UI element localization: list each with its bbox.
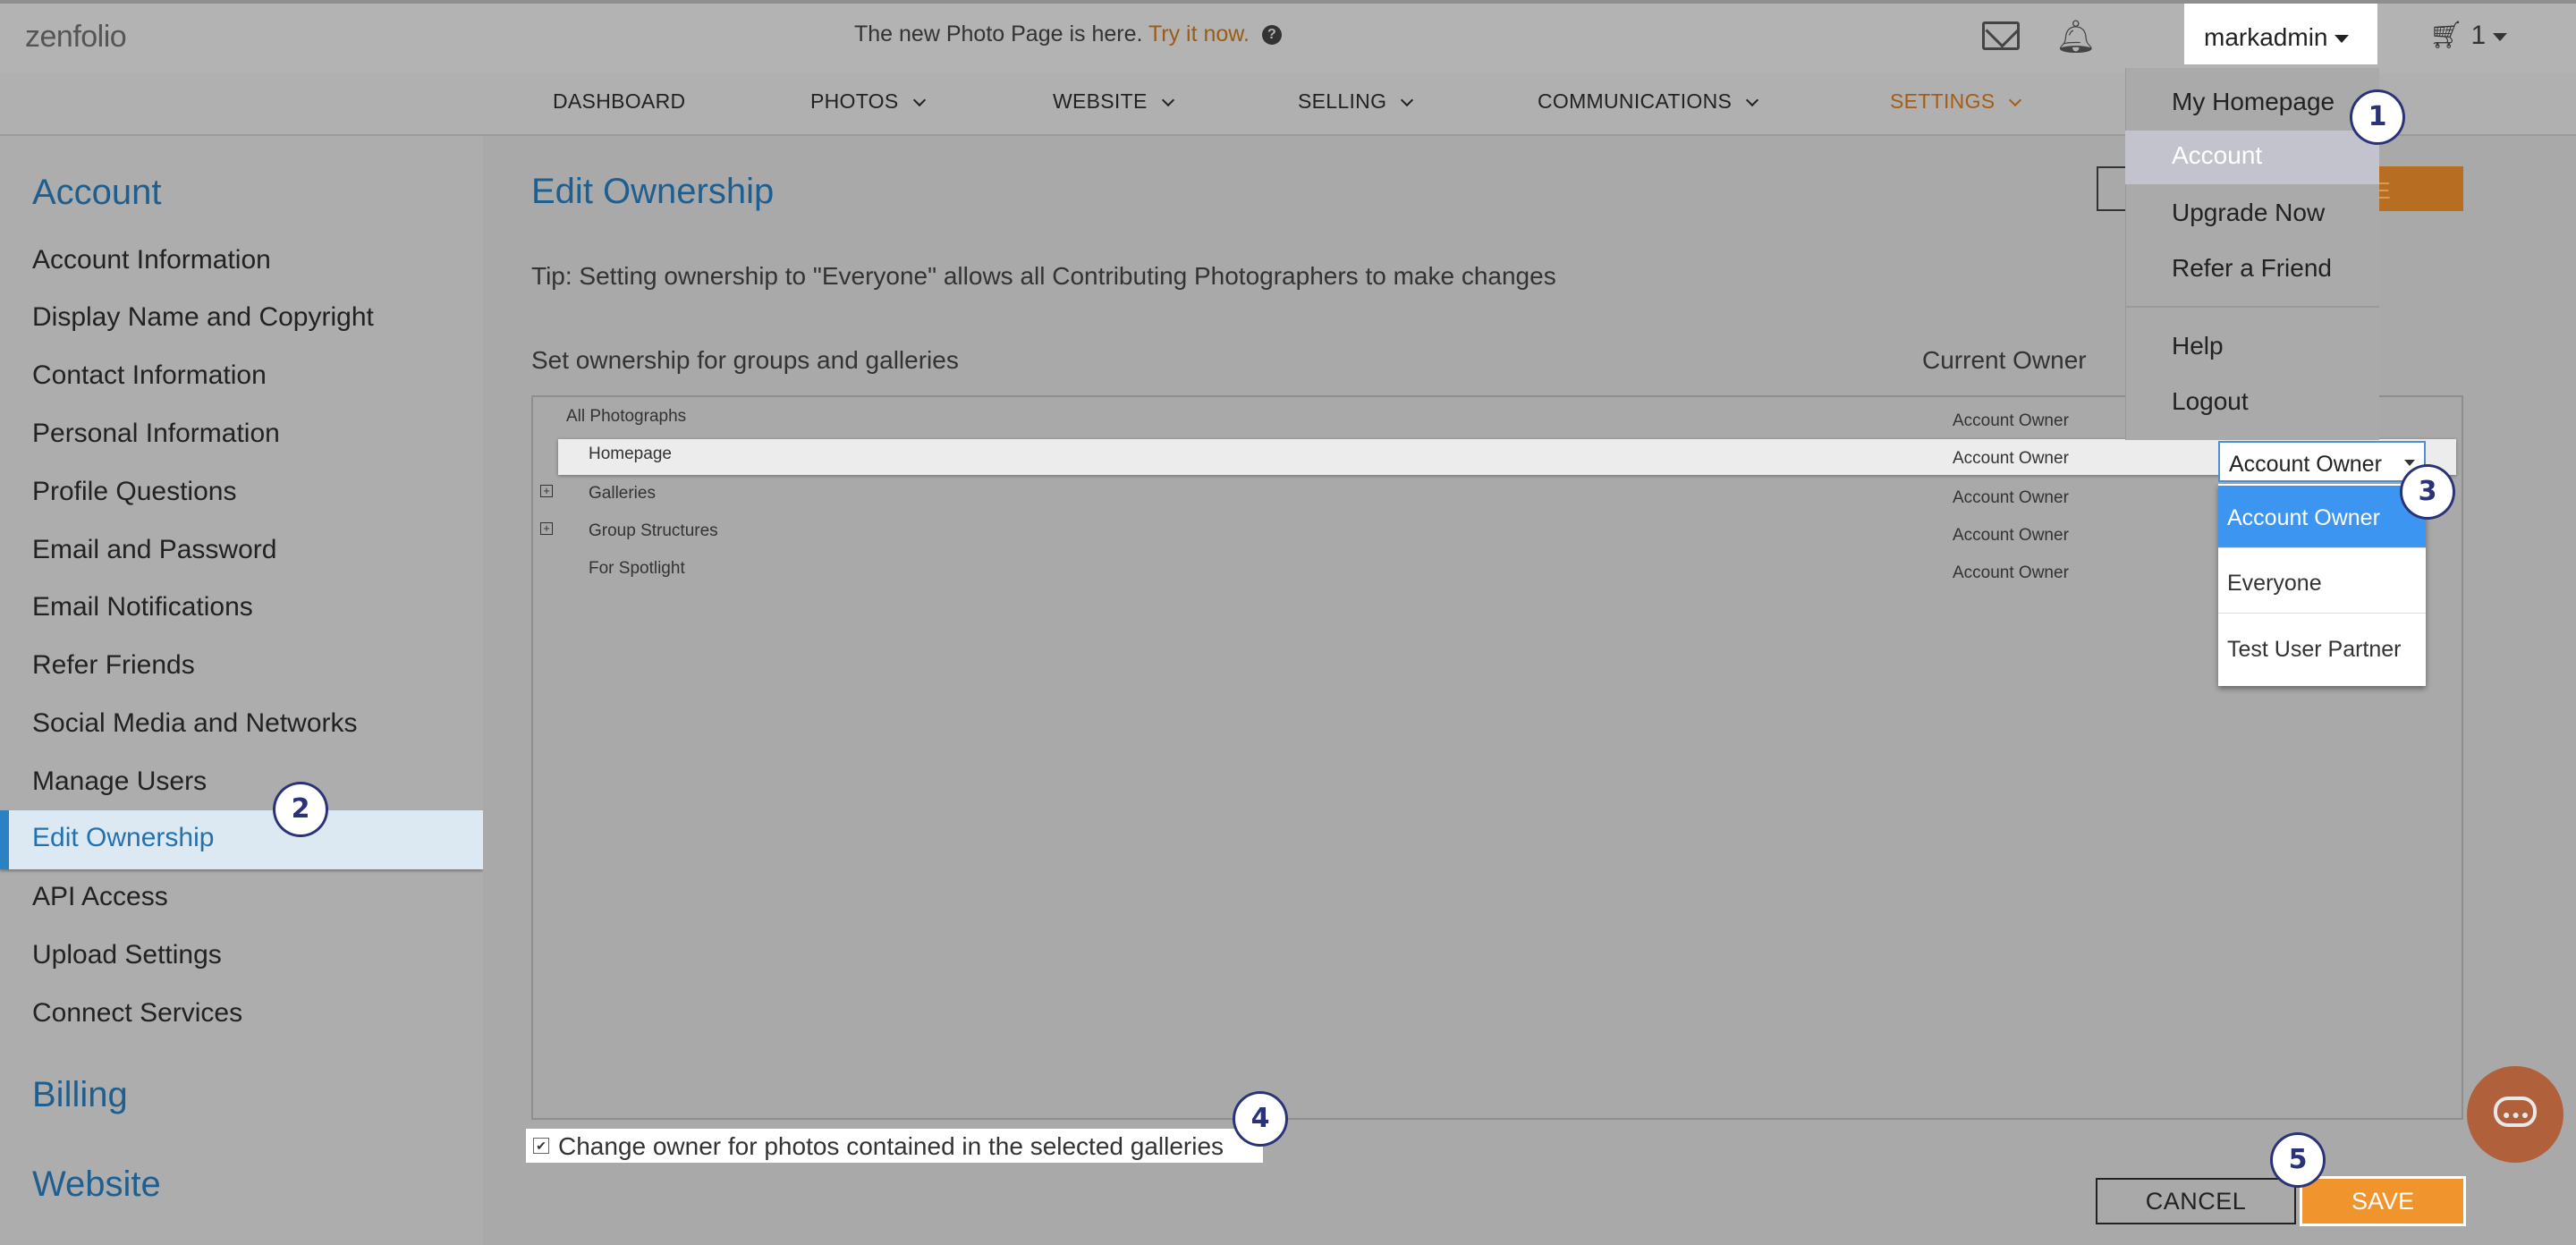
step-marker-2: 2 [275,784,326,834]
user-menu-button[interactable]: markadmin [2184,4,2377,64]
cart-button[interactable]: 🛒︎ 1 [2429,20,2508,51]
nav-settings[interactable]: SETTINGS [1890,89,2022,114]
step-marker-1: 1 [2352,92,2402,142]
owner-option-account-owner[interactable]: Account Owner [2218,486,2426,548]
owner-option-everyone[interactable]: Everyone [2218,551,2426,614]
tree-owner: Account Owner [1953,563,2069,582]
chat-button[interactable]: ●●● [2467,1066,2563,1163]
sidebar-item-upload-settings[interactable]: Upload Settings [32,940,222,970]
change-owner-checkbox-row[interactable]: ✔ Change owner for photos contained in t… [526,1129,1263,1163]
promo-link[interactable]: Try it now. [1148,21,1250,47]
menu-item-help[interactable]: Help [2172,332,2224,360]
nav-selling[interactable]: SELLING [1298,89,1414,114]
sidebar-item-personal-information[interactable]: Personal Information [32,419,280,449]
tree-item-galleries[interactable]: Galleries [589,484,656,504]
chevron-down-icon [1746,93,1759,107]
owner-select-value: Account Owner [2229,452,2382,477]
tree-item-group-structures[interactable]: Group Structures [589,521,718,541]
tip-text: Tip: Setting ownership to "Everyone" all… [531,262,1556,290]
step-marker-5: 5 [2273,1135,2323,1185]
owner-select[interactable]: Account Owner [2218,441,2426,482]
expand-icon[interactable]: + [540,522,553,535]
ownership-tree [531,395,2463,1120]
owner-option-test-user-partner[interactable]: Test User Partner [2218,617,2426,680]
sidebar-item-contact-information[interactable]: Contact Information [32,360,267,391]
cart-count: 1 [2470,21,2487,50]
nav-website[interactable]: WEBSITE [1053,89,1174,114]
change-owner-checkbox[interactable]: ✔ [533,1138,549,1154]
tree-owner: Account Owner [1953,488,2069,507]
sidebar-section-account[interactable]: Account [32,173,162,213]
sidebar-item-api-access[interactable]: API Access [32,882,168,912]
chevron-down-icon [1401,93,1414,107]
chevron-down-icon [912,93,926,107]
checkbox-label: Change owner for photos contained in the… [558,1132,1224,1160]
tree-owner: Account Owner [1953,526,2069,545]
sidebar-section-website[interactable]: Website [32,1165,161,1205]
step-marker-3: 3 [2402,467,2453,517]
username: markadmin [2204,23,2328,51]
sidebar-section-billing[interactable]: Billing [32,1075,128,1115]
tree-item-homepage[interactable]: Homepage [589,445,672,464]
sidebar-item-profile-questions[interactable]: Profile Questions [32,477,236,507]
sidebar-item-display-name[interactable]: Display Name and Copyright [32,302,374,333]
step-marker-4: 4 [1235,1094,1285,1144]
bell-icon[interactable]: 🔔︎ [2055,18,2097,55]
sidebar-item-label: Edit Ownership [32,823,215,852]
cancel-button[interactable]: CANCEL [2096,1178,2296,1224]
chevron-down-icon [2334,35,2350,44]
tree-item-all-photographs[interactable]: All Photographs [566,407,686,427]
sidebar-item-account-information[interactable]: Account Information [32,245,271,275]
active-indicator [0,810,9,869]
menu-item-upgrade-now[interactable]: Upgrade Now [2172,199,2325,227]
promo-text: The new Photo Page is here. [854,21,1143,47]
mail-icon[interactable] [1982,21,2020,50]
tree-owner: Account Owner [1953,411,2069,430]
nav-dashboard[interactable]: DASHBOARD [553,89,685,114]
chevron-down-icon [2404,460,2415,466]
sidebar-item-manage-users[interactable]: Manage Users [32,766,207,797]
chevron-down-icon [2009,93,2022,107]
sidebar-item-email-notifications[interactable]: Email Notifications [32,592,253,622]
menu-item-label: Account [2172,141,2263,169]
promo-banner: The new Photo Page is here. Try it now.? [854,21,1282,47]
page-title: Edit Ownership [531,172,775,211]
sidebar-item-connect-services[interactable]: Connect Services [32,998,242,1029]
nav-photos[interactable]: PHOTOS [810,89,926,114]
chevron-down-icon [2493,32,2508,41]
expand-icon[interactable]: + [540,485,553,497]
menu-item-refer-a-friend[interactable]: Refer a Friend [2172,254,2332,283]
nav-communications[interactable]: COMMUNICATIONS [1538,89,1759,114]
tree-owner: Account Owner [1953,449,2069,468]
chevron-down-icon [1161,93,1174,107]
sidebar-item-social-media[interactable]: Social Media and Networks [32,708,358,739]
zenfolio-logo[interactable]: zenfolio [25,20,127,55]
tree-item-for-spotlight[interactable]: For Spotlight [589,559,685,579]
menu-divider [2125,306,2379,308]
tree-row-selected[interactable] [558,439,2456,475]
save-button[interactable]: SAVE [2300,1176,2466,1226]
menu-item-logout[interactable]: Logout [2172,387,2249,416]
menu-item-my-homepage[interactable]: My Homepage [2172,88,2334,116]
chat-dots: ●●● [2503,1107,2531,1122]
cart-icon: 🛒︎ [2429,21,2464,50]
sidebar-item-email-password[interactable]: Email and Password [32,535,276,565]
current-owner-header: Current Owner [1922,346,2087,374]
ownership-label: Set ownership for groups and galleries [531,346,959,374]
help-icon[interactable]: ? [1261,25,1282,46]
sidebar-item-refer-friends[interactable]: Refer Friends [32,650,195,681]
